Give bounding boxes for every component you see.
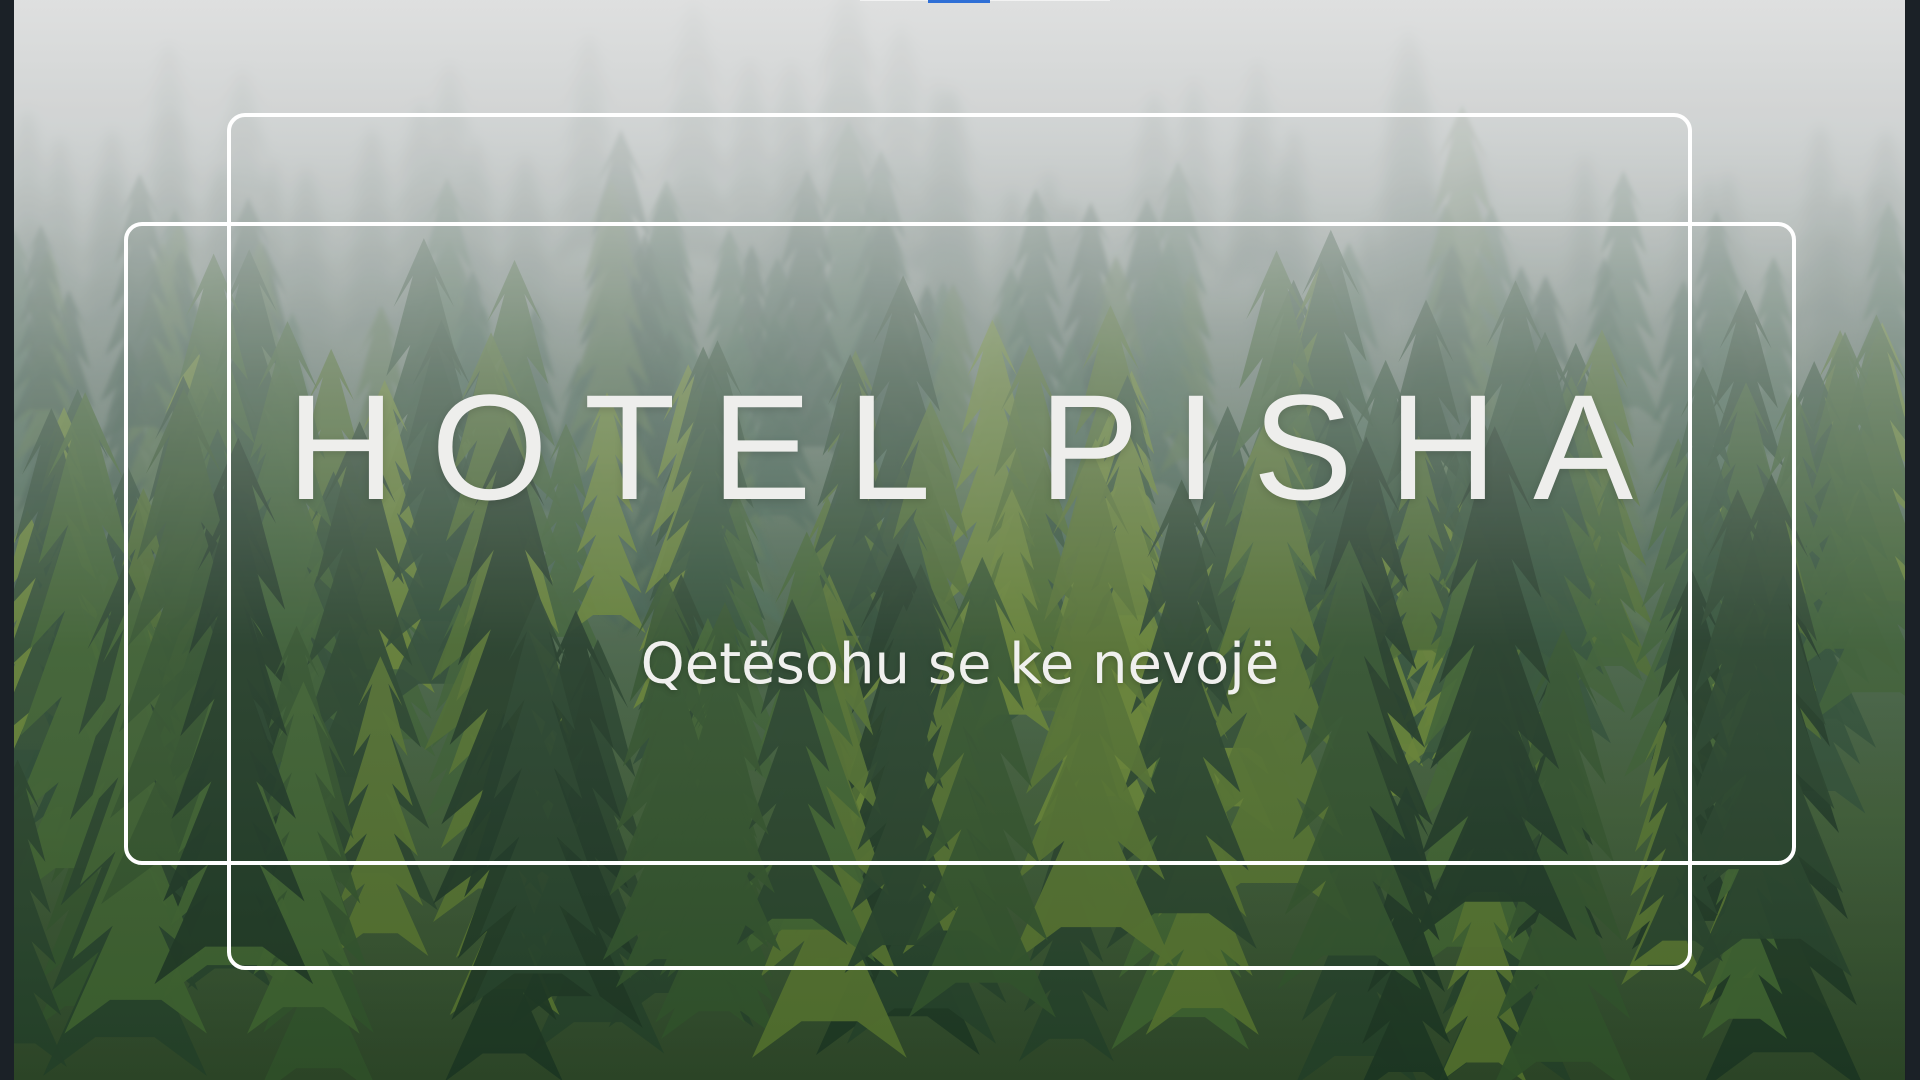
decorative-frame-inner — [124, 222, 1796, 865]
top-indicator-active — [928, 0, 990, 3]
hero-subtitle: Qetësohu se ke nevojë — [640, 632, 1280, 697]
left-edge-strip — [0, 0, 14, 1080]
hero-title: HOTEL PISHA — [286, 363, 1670, 531]
right-edge-strip — [1906, 0, 1920, 1080]
page: HOTEL PISHA Qetësohu se ke nevojë — [0, 0, 1920, 1080]
